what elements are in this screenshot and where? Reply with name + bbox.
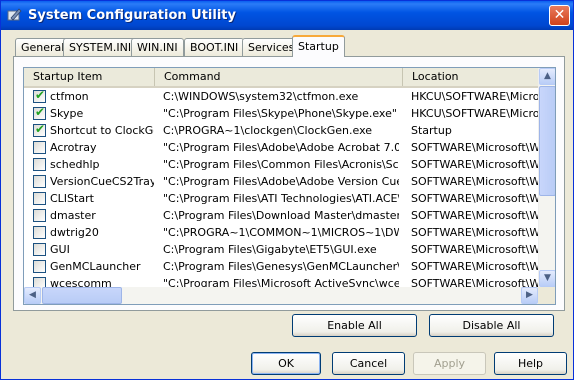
startup-item-checkbox[interactable] <box>33 192 46 205</box>
startup-item-command: "C:\Program Files\Adobe\Adobe Acrobat 7.… <box>163 141 399 154</box>
startup-item-checkbox[interactable]: ✔ <box>33 88 46 103</box>
startup-item-command: "C:\Program Files\Common Files\Acronis\S… <box>163 158 399 171</box>
table-row[interactable]: ✔ Skype "C:\Program Files\Skype\Phone\Skyp… <box>24 105 538 122</box>
startup-item-name: GenMCLauncher <box>50 260 141 273</box>
table-row[interactable]: Acrotray "C:\Program Files\Adobe\Adobe Ac… <box>24 139 538 156</box>
startup-item-location: SOFTWARE\Microsoft\Win <box>411 260 538 273</box>
horizontal-scrollbar[interactable]: ◀ ▶ <box>24 287 538 304</box>
table-row[interactable]: GUI C:\Program Files\Gigabyte\ET5\GUI.exe… <box>24 241 538 258</box>
help-button[interactable]: Help <box>494 352 567 375</box>
tab-boot-ini[interactable]: BOOT.INI <box>184 38 245 57</box>
startup-item-location: SOFTWARE\Microsoft\Win <box>411 158 538 171</box>
startup-item-checkbox[interactable]: ✔ <box>33 105 46 120</box>
startup-list[interactable]: Startup Item Command Location ✔ ctfmon C:\… <box>23 67 556 305</box>
startup-item-command: "C:\Program Files\Adobe\Adobe Version Cu… <box>163 175 399 188</box>
table-row[interactable]: VersionCueCS2Tray "C:\Program Files\Adobe… <box>24 173 538 190</box>
ok-button[interactable]: OK <box>251 352 321 375</box>
startup-item-name: Acrotray <box>50 141 97 154</box>
scrollbar-corner <box>538 287 555 304</box>
startup-item-command: C:\Program Files\Gigabyte\ET5\GUI.exe <box>163 243 377 256</box>
startup-item-name: VersionCueCS2Tray <box>50 175 154 188</box>
cancel-button[interactable]: Cancel <box>332 352 405 375</box>
apply-button[interactable]: Apply <box>413 352 486 375</box>
list-rows: ✔ ctfmon C:\WINDOWS\system32\ctfmon.exe HKC… <box>24 88 538 292</box>
startup-item-command: C:\Program Files\Download Master\dmaster… <box>163 209 399 222</box>
startup-item-checkbox[interactable] <box>33 260 46 273</box>
window-title: System Configuration Utility <box>28 8 236 23</box>
enable-all-button[interactable]: Enable All <box>292 314 417 337</box>
startup-item-name: Shortcut to ClockGen <box>50 124 154 137</box>
tab-win-ini[interactable]: WIN.INI <box>131 38 184 57</box>
startup-item-checkbox[interactable] <box>33 158 46 171</box>
scroll-down-button[interactable]: ▼ <box>539 270 555 287</box>
close-button[interactable]: ✕ <box>549 5 570 26</box>
checkmark-icon: ✔ <box>35 88 46 102</box>
startup-item-command: "C:\Program Files\ATI Technologies\ATI.A… <box>163 192 399 205</box>
startup-item-checkbox[interactable] <box>33 243 46 256</box>
startup-item-name: dmaster <box>50 209 96 222</box>
startup-item-checkbox[interactable] <box>33 141 46 154</box>
startup-item-name: ctfmon <box>50 90 89 103</box>
startup-item-name: CLIStart <box>50 192 94 205</box>
tab-startup[interactable]: Startup <box>292 35 345 57</box>
startup-item-command: "C:\PROGRA~1\COMMON~1\MICROS~1\DW\... <box>163 226 399 239</box>
startup-item-name: schedhlp <box>50 158 100 171</box>
table-row[interactable]: GenMCLauncher C:\Program Files\Genesys\Ge… <box>24 258 538 275</box>
vertical-scroll-thumb[interactable] <box>539 86 555 196</box>
title-bar[interactable]: System Configuration Utility ✕ <box>1 1 573 30</box>
startup-item-command: C:\WINDOWS\system32\ctfmon.exe <box>163 90 359 103</box>
app-icon <box>7 8 22 21</box>
disable-all-button[interactable]: Disable All <box>429 314 554 337</box>
tab-system-ini[interactable]: SYSTEM.INI <box>63 38 138 57</box>
startup-item-checkbox[interactable] <box>33 209 46 222</box>
startup-item-location: Startup <box>411 124 452 137</box>
table-row[interactable]: dmaster C:\Program Files\Download Master\… <box>24 207 538 224</box>
startup-item-checkbox[interactable] <box>33 175 46 188</box>
startup-item-checkbox[interactable]: ✔ <box>33 122 46 137</box>
startup-item-name: GUI <box>50 243 70 256</box>
vertical-scrollbar[interactable]: ▲ ▼ <box>538 68 555 287</box>
table-row[interactable]: ✔ Shortcut to ClockGen C:\PROGRA~1\clockge… <box>24 122 538 139</box>
startup-item-location: SOFTWARE\Microsoft\Win <box>411 209 538 222</box>
horizontal-scroll-thumb[interactable] <box>42 287 122 304</box>
system-config-window: System Configuration Utility ✕ General S… <box>0 0 574 380</box>
scroll-left-button[interactable]: ◀ <box>24 287 41 304</box>
startup-item-command: "C:\Program Files\Skype\Phone\Skype.exe"… <box>163 107 399 120</box>
startup-item-location: SOFTWARE\Microsoft\Win <box>411 141 538 154</box>
startup-item-checkbox[interactable] <box>33 226 46 239</box>
startup-item-name: dwtrig20 <box>50 226 99 239</box>
table-row[interactable]: ✔ ctfmon C:\WINDOWS\system32\ctfmon.exe HKC… <box>24 88 538 105</box>
close-icon: ✕ <box>553 7 566 23</box>
startup-item-location: SOFTWARE\Microsoft\Win <box>411 226 538 239</box>
startup-item-location: HKCU\SOFTWARE\Microso <box>411 107 538 120</box>
column-header-command[interactable]: Command <box>155 68 403 86</box>
startup-item-location: HKCU\SOFTWARE\Microso <box>411 90 538 103</box>
startup-item-command: C:\Program Files\Genesys\GenMCLauncher\G… <box>163 260 399 273</box>
table-row[interactable]: CLIStart "C:\Program Files\ATI Technologi… <box>24 190 538 207</box>
startup-item-location: SOFTWARE\Microsoft\Win <box>411 192 538 205</box>
scroll-right-button[interactable]: ▶ <box>521 287 538 304</box>
list-header: Startup Item Command Location <box>24 68 538 88</box>
scroll-up-button[interactable]: ▲ <box>539 68 555 85</box>
table-row[interactable]: schedhlp "C:\Program Files\Common Files\A… <box>24 156 538 173</box>
startup-item-location: SOFTWARE\Microsoft\Win <box>411 175 538 188</box>
startup-item-location: SOFTWARE\Microsoft\Win <box>411 243 538 256</box>
table-row[interactable]: dwtrig20 "C:\PROGRA~1\COMMON~1\MICROS~1\D… <box>24 224 538 241</box>
column-header-startup-item[interactable]: Startup Item <box>24 68 155 86</box>
startup-item-name: Skype <box>50 107 84 120</box>
checkmark-icon: ✔ <box>35 122 46 136</box>
checkmark-icon: ✔ <box>35 105 46 119</box>
startup-item-command: C:\PROGRA~1\clockgen\ClockGen.exe <box>163 124 373 137</box>
column-header-location[interactable]: Location <box>403 68 538 86</box>
